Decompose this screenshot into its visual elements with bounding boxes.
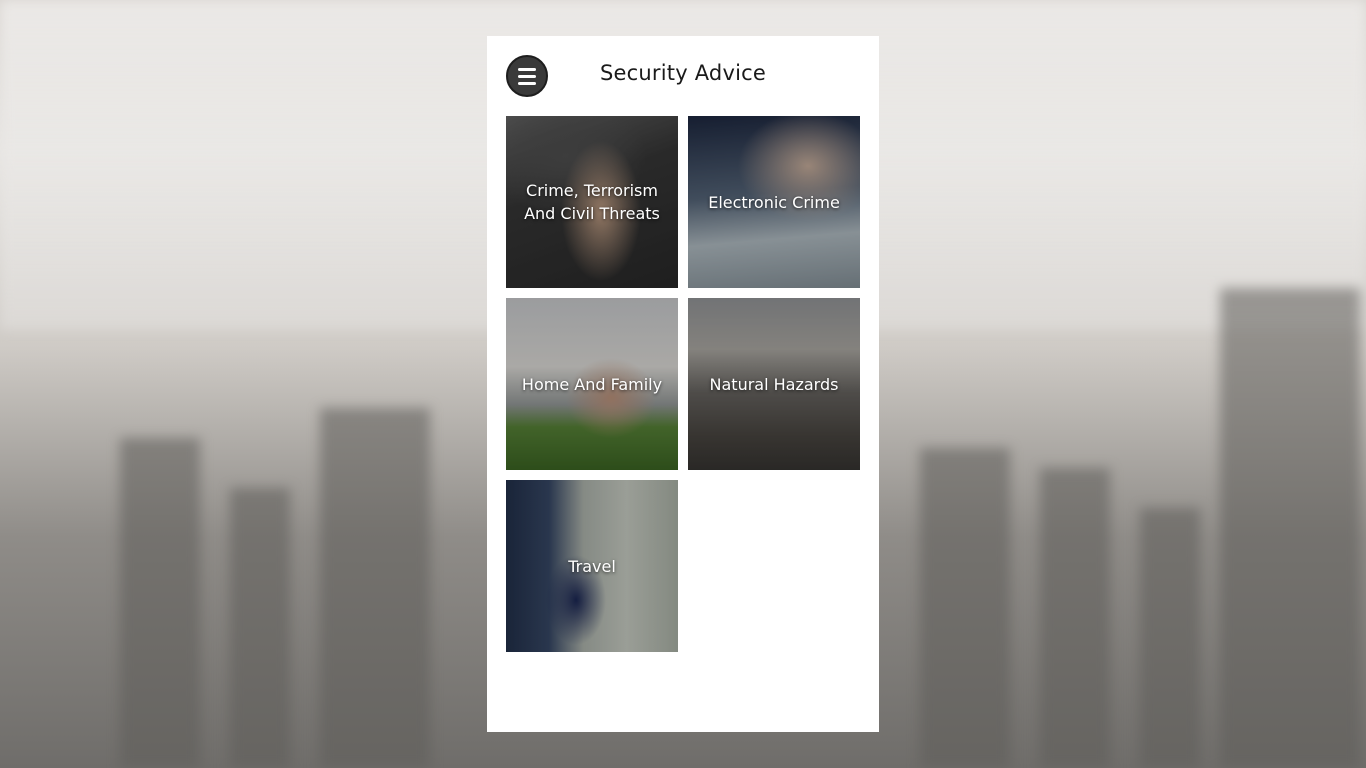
app-header: Security Advice bbox=[487, 36, 879, 116]
app-panel: Security Advice Crime, Terrorism And Civ… bbox=[487, 36, 879, 732]
tile-crime-terrorism[interactable]: Crime, Terrorism And Civil Threats bbox=[506, 116, 678, 288]
tile-label: Electronic Crime bbox=[708, 192, 840, 212]
tile-label: Travel bbox=[568, 556, 616, 576]
tile-electronic-crime[interactable]: Electronic Crime bbox=[688, 116, 860, 288]
tile-home-and-family[interactable]: Home And Family bbox=[506, 298, 678, 470]
tile-label: Natural Hazards bbox=[709, 374, 839, 394]
tile-label: Crime, Terrorism And Civil Threats bbox=[524, 181, 660, 223]
tile-natural-hazards[interactable]: Natural Hazards bbox=[688, 298, 860, 470]
page-title: Security Advice bbox=[600, 61, 766, 85]
tile-label: Home And Family bbox=[521, 374, 663, 394]
tile-travel[interactable]: Travel bbox=[506, 480, 678, 652]
